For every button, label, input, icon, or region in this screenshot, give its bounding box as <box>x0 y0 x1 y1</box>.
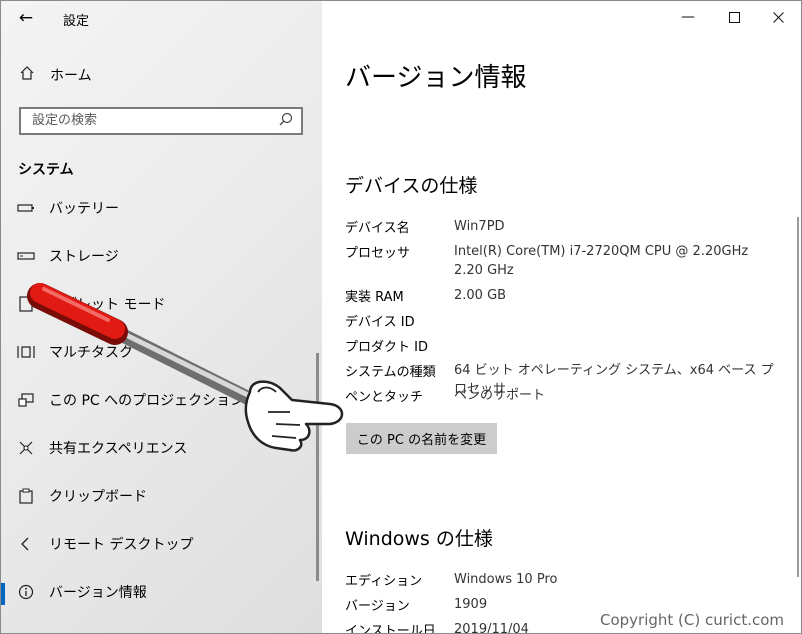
app-title: 設定 <box>63 14 90 29</box>
clipboard-icon <box>17 487 35 505</box>
sidebar-item-multitasking[interactable]: マルチタスク <box>1 332 316 372</box>
sidebar-item-home[interactable]: ホーム <box>18 64 92 86</box>
remote-desktop-icon <box>17 535 35 553</box>
spec-value: 2.00 GB <box>454 288 507 303</box>
search-icon[interactable] <box>277 111 295 129</box>
multitasking-icon <box>17 343 35 361</box>
sidebar-scrollbar[interactable] <box>316 353 319 581</box>
sidebar-item-label: ストレージ <box>49 249 119 265</box>
main-content: — バージョン情報 デバイスの仕様 デバイス名 Win7PD プロセッサ Int… <box>322 1 801 633</box>
active-indicator <box>1 583 5 605</box>
spec-key: バージョン <box>345 599 410 614</box>
sidebar-item-label: クリップボード <box>49 489 147 505</box>
sidebar-item-clipboard[interactable]: クリップボード <box>1 476 316 516</box>
spec-key: プロダクト ID <box>345 340 428 355</box>
content-scrollbar[interactable] <box>797 217 799 577</box>
search-box[interactable] <box>19 107 303 135</box>
search-input[interactable] <box>30 112 274 129</box>
storage-icon <box>17 247 35 265</box>
battery-icon <box>17 199 35 217</box>
sidebar-item-label: この PC へのプロジェクション <box>49 393 245 409</box>
projection-icon <box>17 391 35 409</box>
info-icon <box>17 583 35 601</box>
spec-key: デバイス ID <box>345 315 415 330</box>
minimize-icon[interactable]: — <box>665 1 711 33</box>
sidebar-item-tablet-mode[interactable]: タブレット モード <box>1 284 316 324</box>
spec-key: ペンとタッチ <box>345 390 424 405</box>
sidebar-item-remote-desktop[interactable]: リモート デスクトップ <box>1 524 316 564</box>
home-label: ホーム <box>50 68 92 84</box>
sidebar-item-label: 共有エクスペリエンス <box>49 441 188 457</box>
copyright-watermark: Copyright (C) curict.com <box>600 611 785 629</box>
home-icon <box>18 65 36 85</box>
spec-value: Windows 10 Pro <box>454 572 558 587</box>
back-arrow-icon[interactable]: ← <box>14 8 38 28</box>
shared-experiences-icon <box>17 439 35 457</box>
sidebar: ← 設定 ホーム システム バッテリー ストレージ タブレット モード <box>1 1 322 633</box>
sidebar-item-label: タブレット モード <box>49 297 166 313</box>
close-icon[interactable] <box>755 1 801 33</box>
sidebar-item-label: リモート デスクトップ <box>49 537 194 553</box>
settings-window: ← 設定 ホーム システム バッテリー ストレージ タブレット モード <box>0 0 802 634</box>
tablet-mode-icon <box>17 295 35 313</box>
sidebar-item-about[interactable]: バージョン情報 <box>1 572 316 612</box>
sidebar-item-battery[interactable]: バッテリー <box>1 188 316 228</box>
sidebar-item-projection[interactable]: この PC へのプロジェクション <box>1 380 316 420</box>
sidebar-item-label: バッテリー <box>49 201 119 217</box>
sidebar-item-storage[interactable]: ストレージ <box>1 236 316 276</box>
spec-key: 実装 RAM <box>345 290 404 305</box>
spec-value: Win7PD <box>454 219 505 234</box>
spec-key: エディション <box>345 574 423 589</box>
page-title: バージョン情報 <box>345 63 527 93</box>
sidebar-item-label: バージョン情報 <box>49 585 147 601</box>
sidebar-item-label: マルチタスク <box>49 345 133 361</box>
spec-key: システムの種類 <box>345 365 436 380</box>
spec-key: プロセッサ <box>345 246 411 261</box>
device-spec-heading: デバイスの仕様 <box>345 175 478 197</box>
rename-pc-button[interactable]: この PC の名前を変更 <box>346 423 497 454</box>
maximize-icon[interactable] <box>711 1 757 33</box>
spec-value: Intel(R) Core(TM) i7-2720QM CPU @ 2.20GH… <box>454 244 749 278</box>
spec-key: デバイス名 <box>345 221 410 236</box>
windows-spec-heading: Windows の仕様 <box>345 528 493 550</box>
sidebar-item-shared-experiences[interactable]: 共有エクスペリエンス <box>1 428 316 468</box>
spec-key: インストール日 <box>345 624 436 634</box>
section-title-system: システム <box>18 162 74 178</box>
spec-value: ペンのサポート <box>454 388 546 403</box>
